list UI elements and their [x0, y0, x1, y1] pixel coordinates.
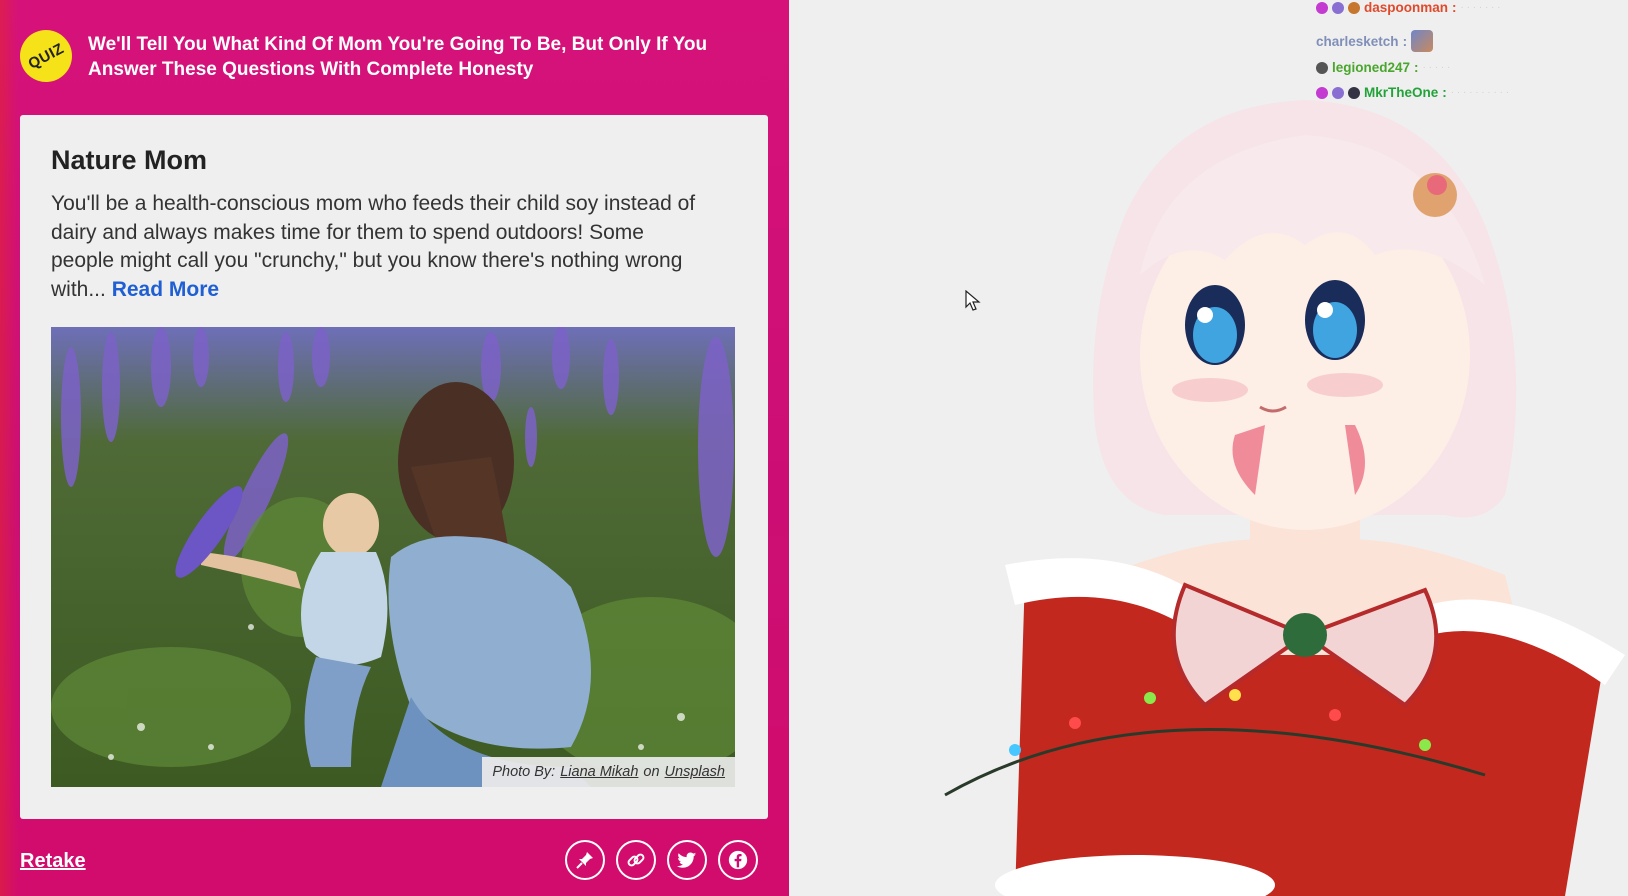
- quiz-panel: QUIZ We'll Tell You What Kind Of Mom You…: [0, 0, 789, 896]
- badge-icon: [1348, 1, 1360, 14]
- facebook-icon: [728, 850, 748, 870]
- emote-icon: [1411, 30, 1434, 52]
- share-buttons: [565, 840, 758, 880]
- photo-illustration: [51, 327, 735, 787]
- badge-icon: [1332, 1, 1344, 14]
- pin-icon: [576, 852, 593, 869]
- pin-share-button[interactable]: [565, 840, 605, 880]
- result-photo: Photo By: Liana Mikah on Unsplash: [51, 327, 735, 787]
- result-card: Nature Mom You'll be a health-conscious …: [20, 115, 768, 819]
- chat-message: · · · · · · ·: [1460, 2, 1501, 13]
- caption-prefix: Photo By:: [492, 764, 556, 780]
- link-icon: [627, 853, 645, 867]
- chat-username[interactable]: legioned247: [1332, 60, 1410, 75]
- quiz-header: QUIZ We'll Tell You What Kind Of Mom You…: [10, 20, 760, 92]
- photo-caption: Photo By: Liana Mikah on Unsplash: [482, 757, 735, 787]
- badge-icon: [1316, 61, 1328, 74]
- read-more-link[interactable]: Read More: [112, 278, 219, 301]
- twitter-icon: [677, 852, 697, 868]
- chat-line: charlesketch:: [1316, 30, 1434, 52]
- chat-username[interactable]: charlesketch: [1316, 34, 1399, 49]
- result-description: You'll be a health-conscious mom who fee…: [51, 190, 711, 304]
- chat-username[interactable]: daspoonman: [1364, 0, 1448, 15]
- caption-on: on: [643, 764, 660, 780]
- badge-icon: [1316, 1, 1328, 14]
- quiz-badge: QUIZ: [10, 20, 82, 92]
- mouse-cursor-icon: [965, 290, 981, 311]
- photo-author-link[interactable]: Liana Mikah: [560, 764, 638, 780]
- chat-line: daspoonman: · · · · · · ·: [1316, 0, 1501, 15]
- quiz-title[interactable]: We'll Tell You What Kind Of Mom You're G…: [88, 32, 748, 82]
- result-title: Nature Mom: [51, 145, 208, 175]
- twitter-share-button[interactable]: [667, 840, 707, 880]
- vtuber-avatar: [944, 100, 1625, 896]
- copy-link-button[interactable]: [616, 840, 656, 880]
- chat-line: legioned247: · · · · ·: [1316, 60, 1450, 75]
- chat-message: · · · · ·: [1422, 62, 1451, 73]
- retake-link[interactable]: Retake: [20, 850, 86, 873]
- facebook-share-button[interactable]: [718, 840, 758, 880]
- photo-source-link[interactable]: Unsplash: [665, 764, 725, 780]
